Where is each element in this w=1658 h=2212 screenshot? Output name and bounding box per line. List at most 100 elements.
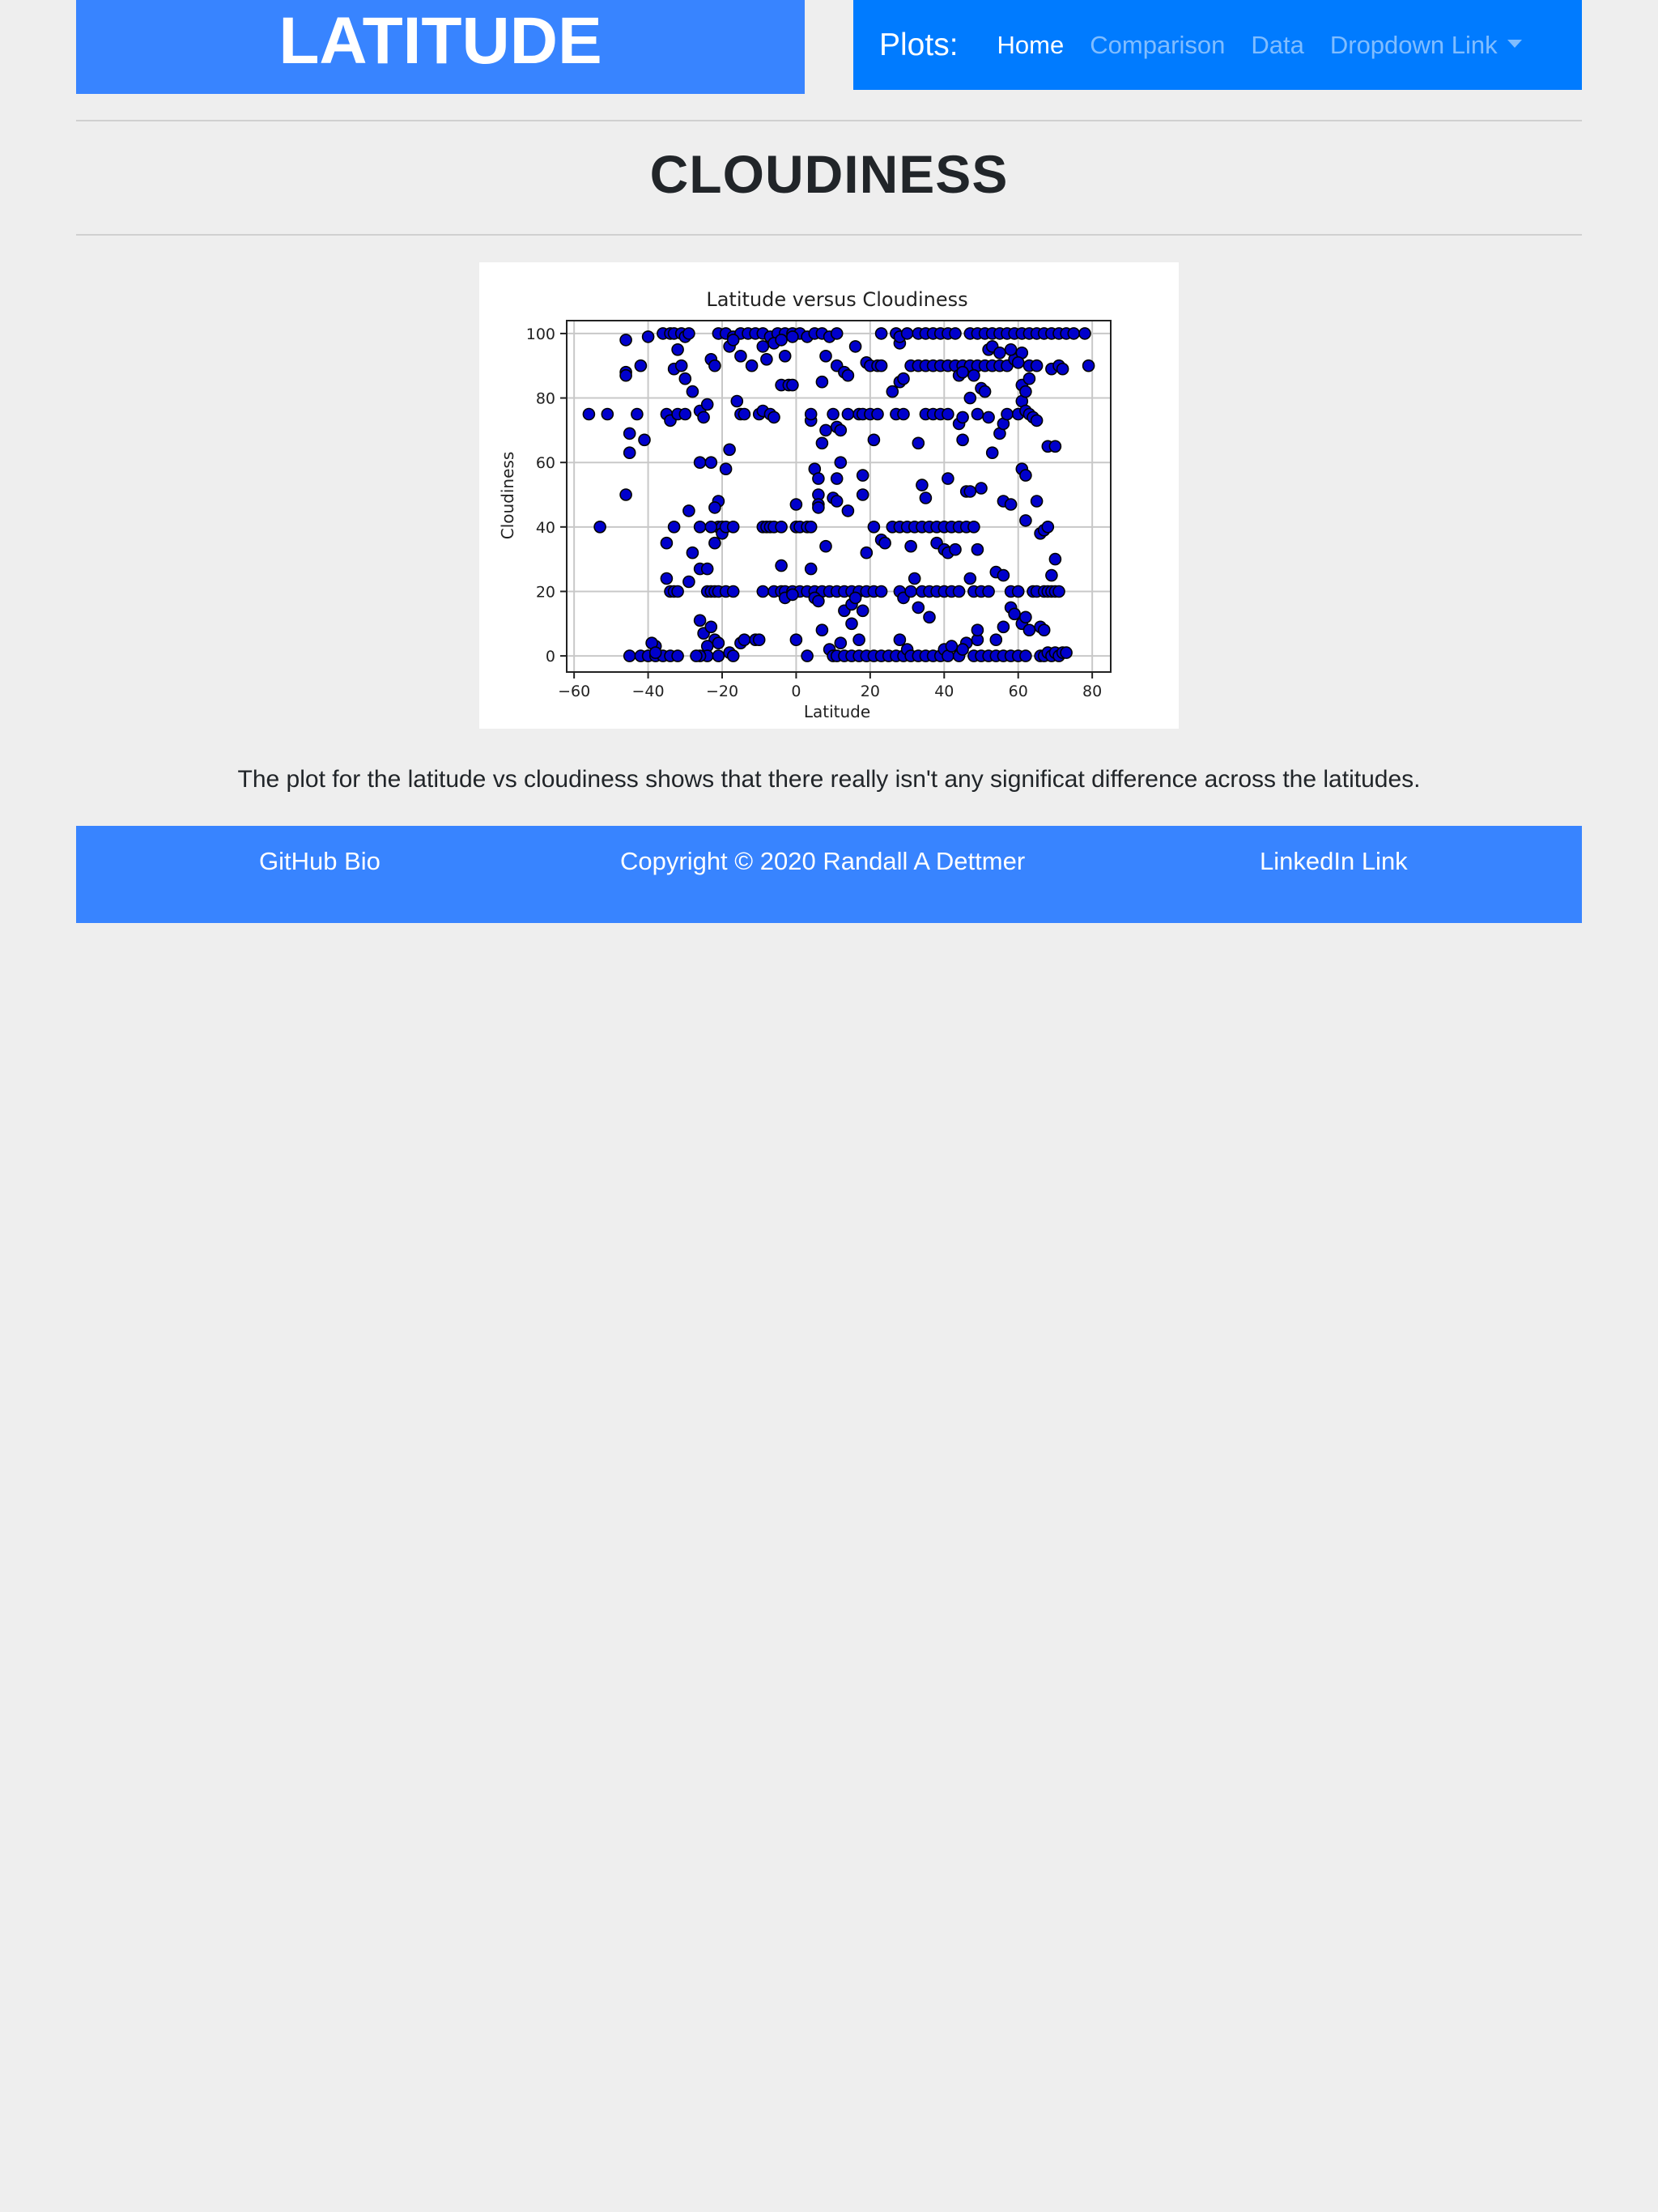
data-point: [912, 601, 925, 615]
nav-link-data[interactable]: Data: [1251, 31, 1303, 60]
data-point: [830, 327, 844, 340]
data-point: [893, 633, 907, 647]
data-point: [852, 633, 865, 647]
divider-bottom: [76, 234, 1582, 236]
nav-link-comparison[interactable]: Comparison: [1090, 31, 1225, 60]
data-point: [767, 410, 780, 424]
data-point: [660, 536, 674, 550]
data-point: [634, 359, 648, 372]
data-point: [1030, 495, 1044, 508]
github-bio-link[interactable]: GitHub Bio: [259, 847, 380, 876]
nav-title: Plots:: [879, 27, 959, 62]
data-point: [827, 407, 840, 421]
data-point: [582, 407, 596, 421]
data-point: [712, 636, 725, 650]
data-point: [789, 633, 803, 647]
data-point: [726, 334, 740, 347]
data-point: [1056, 362, 1069, 376]
data-point: [819, 423, 832, 437]
data-point: [775, 559, 788, 572]
data-point: [867, 433, 881, 447]
data-point: [631, 407, 644, 421]
page-container: LATITUDE Plots: Home Comparison Data Dro…: [76, 0, 1582, 923]
data-point: [726, 520, 740, 534]
data-point: [845, 617, 858, 631]
data-point: [1045, 568, 1058, 582]
data-point: [682, 504, 695, 517]
data-point: [860, 546, 874, 559]
data-point: [708, 536, 721, 550]
data-point: [745, 359, 759, 372]
data-point: [678, 372, 692, 385]
x-tick-label: −40: [632, 683, 665, 700]
data-point: [1048, 552, 1062, 566]
data-point: [867, 520, 881, 534]
chart-title: Latitude versus Cloudiness: [706, 288, 967, 311]
data-point: [815, 375, 829, 389]
nav-dropdown-label: Dropdown Link: [1329, 30, 1498, 59]
data-point: [704, 620, 718, 634]
data-point: [956, 365, 969, 379]
data-point: [1030, 414, 1044, 428]
data-point: [819, 539, 832, 553]
data-point: [993, 347, 1006, 359]
data-point: [700, 398, 714, 411]
data-point: [904, 539, 917, 553]
data-point: [956, 433, 969, 447]
copyright-text: Copyright © 2020 Randall A Dettmer: [620, 847, 1026, 875]
data-point: [593, 520, 606, 534]
data-point: [874, 327, 888, 340]
data-point: [667, 520, 681, 534]
data-point: [752, 633, 766, 647]
data-point: [726, 649, 740, 662]
data-point: [1078, 327, 1091, 340]
data-point: [812, 594, 825, 608]
data-point: [756, 340, 770, 353]
data-point: [778, 350, 792, 363]
linkedin-link[interactable]: LinkedIn Link: [1260, 847, 1408, 876]
data-point: [712, 649, 725, 662]
navbar: Plots: Home Comparison Data Dropdown Lin…: [853, 0, 1582, 90]
nav-dropdown-toggle[interactable]: Dropdown Link: [1330, 31, 1522, 60]
data-point: [671, 649, 684, 662]
data-point: [1011, 585, 1025, 598]
data-point: [841, 407, 855, 421]
data-point: [804, 407, 818, 421]
data-point: [804, 562, 818, 576]
data-point: [942, 407, 954, 421]
data-point: [804, 520, 818, 534]
data-point: [975, 482, 988, 495]
data-point: [1037, 623, 1051, 637]
divider-top: [76, 120, 1582, 121]
data-point: [660, 572, 674, 585]
data-point: [949, 327, 962, 340]
data-point: [619, 488, 632, 501]
data-point: [856, 469, 869, 482]
data-point: [1019, 469, 1032, 482]
data-point: [1022, 372, 1036, 385]
page-title: CLOUDINESS: [649, 144, 1009, 204]
x-tick-label: 80: [1082, 683, 1102, 700]
data-point: [1052, 585, 1065, 598]
data-point: [834, 423, 848, 437]
data-point: [830, 472, 844, 485]
data-point: [623, 649, 636, 662]
data-point: [856, 604, 869, 618]
data-point: [693, 614, 707, 627]
nav-link-home[interactable]: Home: [997, 31, 1065, 60]
data-point: [671, 585, 684, 598]
chevron-down-icon: [1507, 40, 1522, 49]
data-point: [985, 446, 999, 459]
data-point: [834, 456, 848, 469]
data-point: [738, 633, 751, 647]
data-point: [686, 546, 699, 559]
data-point: [956, 643, 969, 656]
data-point: [916, 479, 929, 491]
data-point: [848, 591, 862, 605]
plot-description: The plot for the latitude vs cloudiness …: [237, 766, 1421, 793]
data-point: [819, 350, 832, 363]
data-point: [971, 542, 984, 556]
data-point: [726, 585, 740, 598]
data-point: [708, 501, 721, 514]
data-point: [971, 407, 984, 421]
